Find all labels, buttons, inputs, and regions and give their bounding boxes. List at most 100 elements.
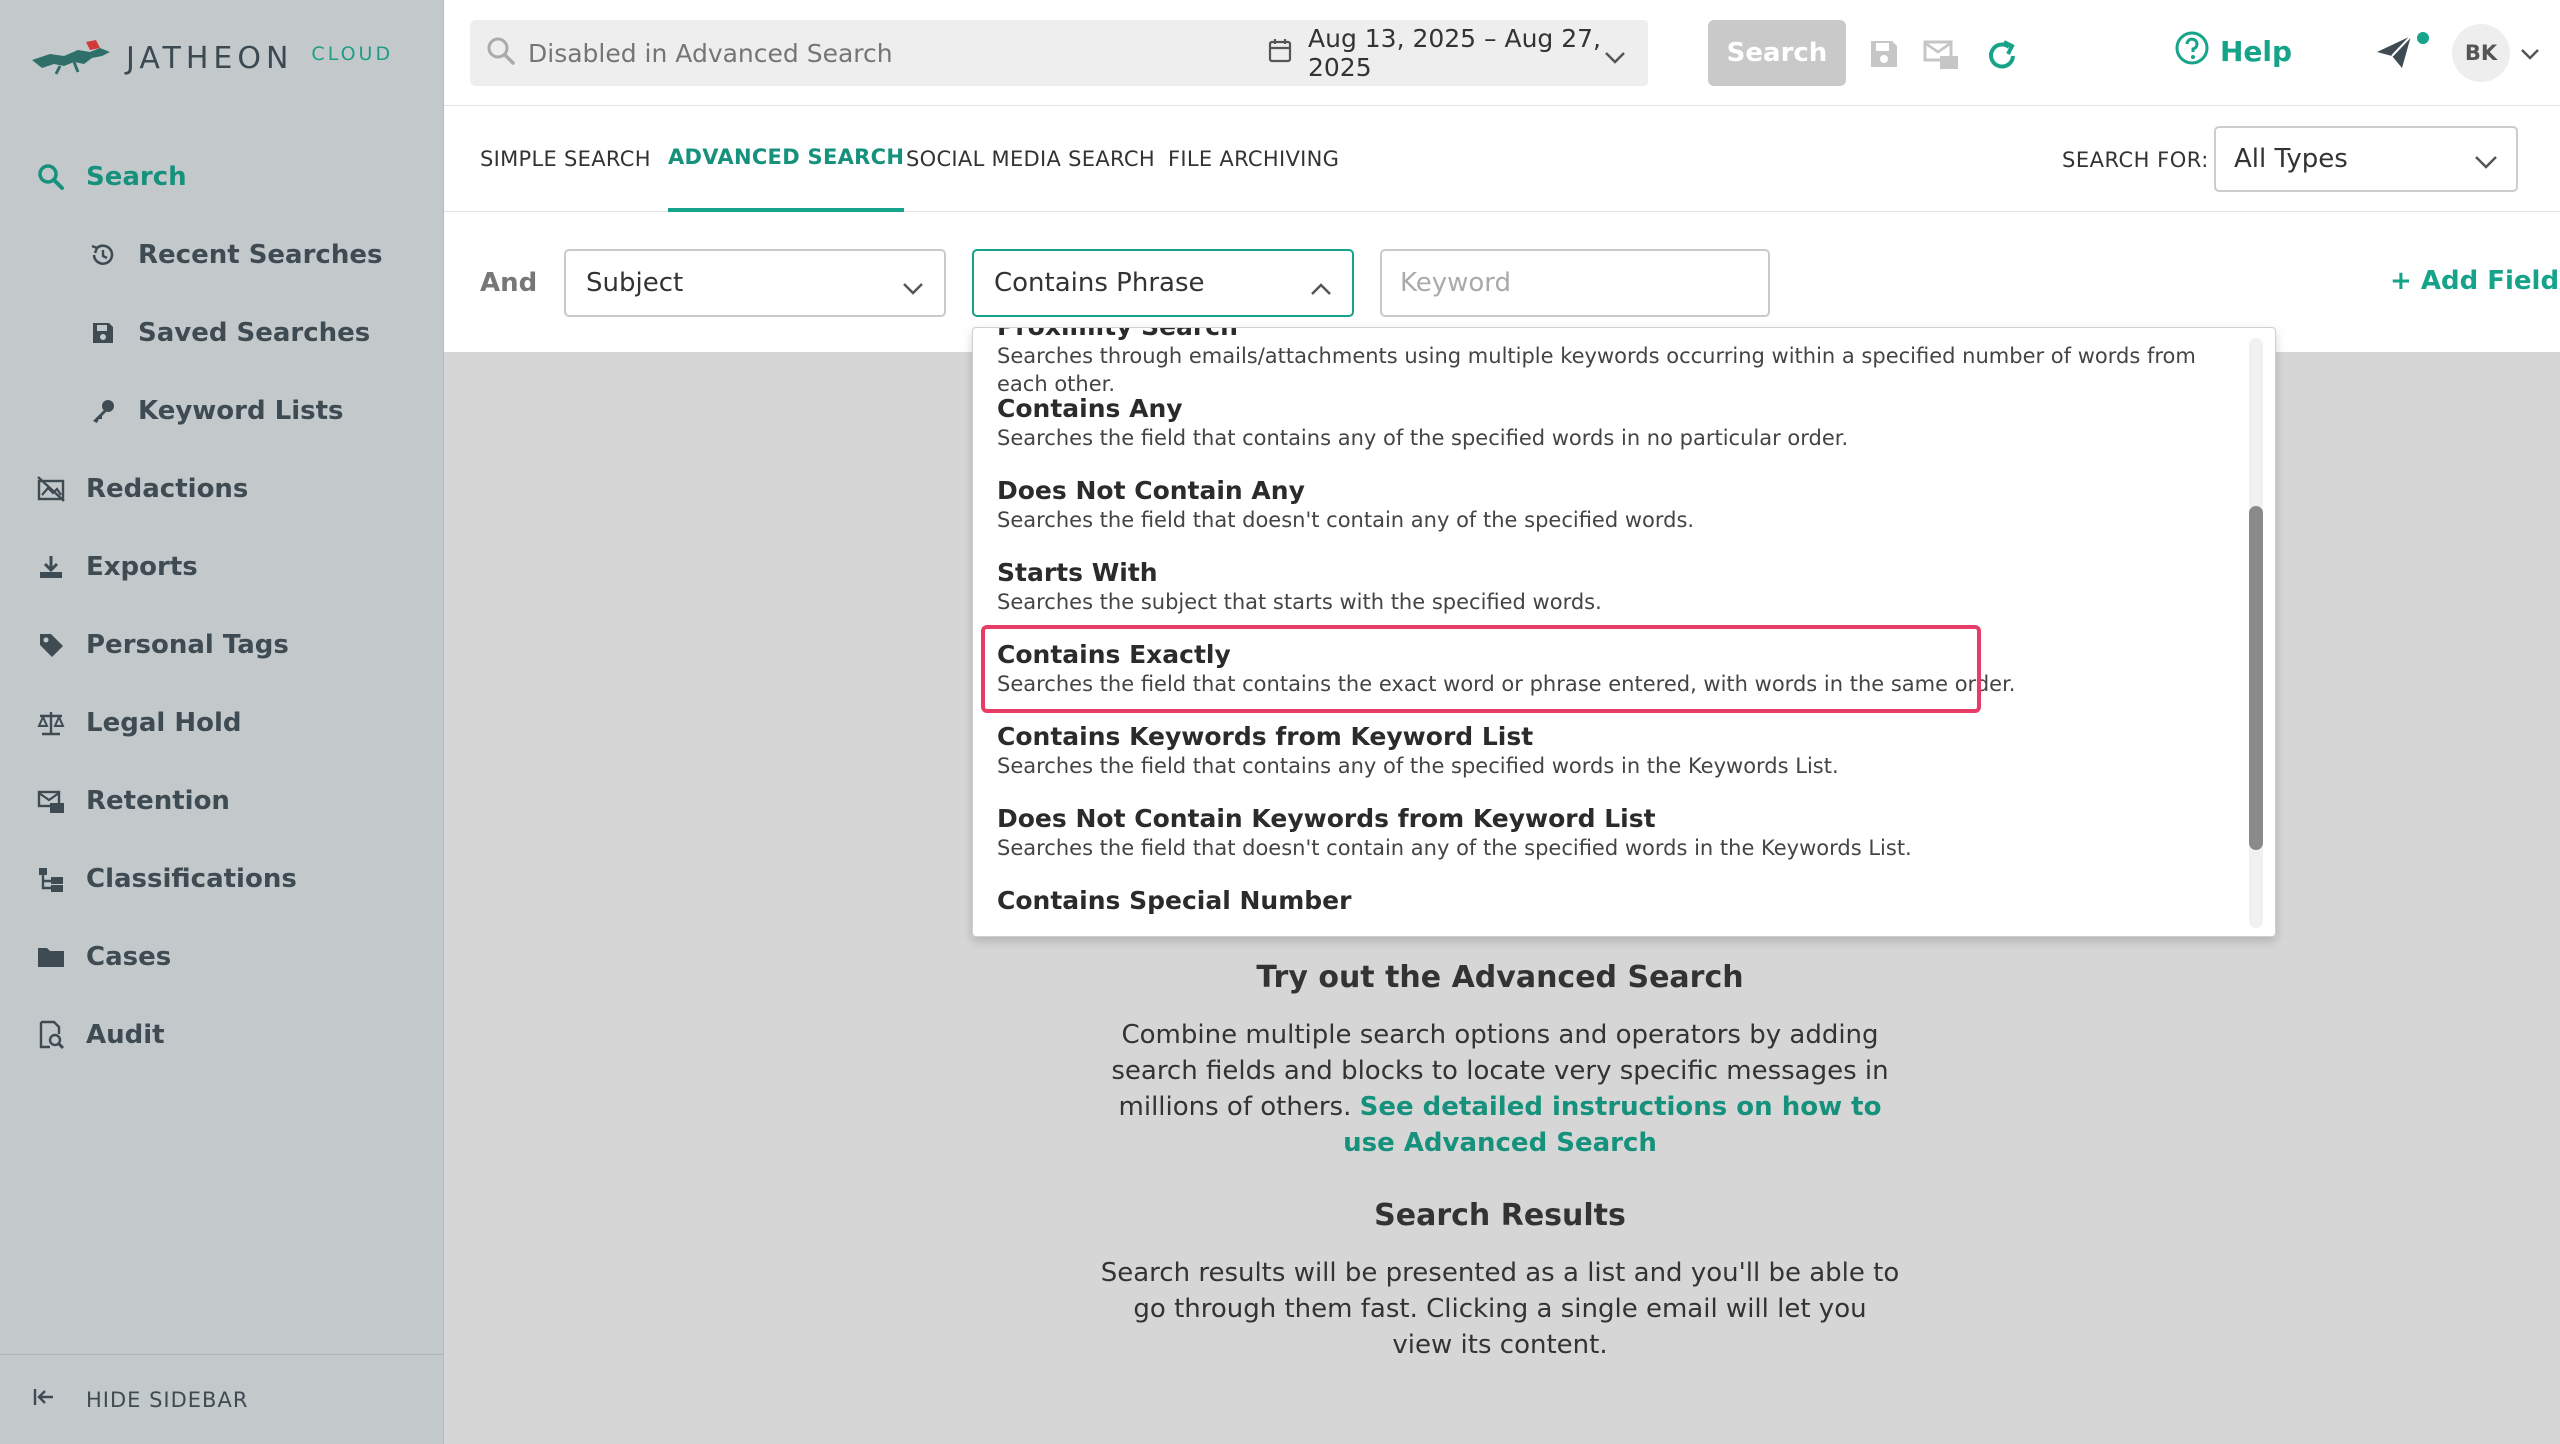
refresh-icon[interactable] — [1984, 38, 2020, 78]
audit-icon — [34, 1018, 68, 1052]
chevron-down-icon — [2474, 148, 2498, 178]
results-title: Search Results — [1374, 1198, 1626, 1233]
tab-simple-search[interactable]: SIMPLE SEARCH — [480, 106, 651, 212]
tab-file-archiving[interactable]: FILE ARCHIVING — [1168, 106, 1339, 212]
sidebar-item-label: Audit — [86, 1020, 165, 1050]
sidebar-item-label: Classifications — [86, 864, 297, 894]
scales-icon — [34, 706, 68, 740]
key-icon — [86, 394, 120, 428]
notification-dot — [2417, 32, 2429, 44]
option-title: Contains Keywords from Keyword List — [997, 722, 1534, 751]
sidebar-item-label: Recent Searches — [138, 240, 383, 270]
collapse-left-icon — [32, 1386, 56, 1413]
retention-icon — [34, 784, 68, 818]
condition-dropdown-menu: Proximity Search Searches through emails… — [972, 327, 2276, 937]
global-search-input[interactable] — [528, 38, 1248, 68]
option-title: Starts With — [997, 558, 1158, 587]
email-export-icon[interactable] — [1922, 38, 1962, 76]
calendar-icon — [1268, 37, 1292, 69]
dropdown-scrollbar-thumb[interactable] — [2249, 506, 2263, 850]
search-icon — [486, 36, 516, 70]
top-bar: Aug 13, 2025 – Aug 27, 2025 Search Help … — [444, 0, 2560, 106]
option-does-not-contain-keywords-from-list[interactable]: Does Not Contain Keywords from Keyword L… — [997, 804, 2227, 862]
tab-advanced-search[interactable]: ADVANCED SEARCH — [668, 106, 905, 212]
add-field-button[interactable]: + Add Field — [2390, 266, 2559, 296]
option-description: Searches through emails/attachments usin… — [997, 344, 2196, 396]
tag-icon — [34, 628, 68, 662]
help-icon — [2174, 30, 2210, 73]
field-select[interactable]: Subject — [564, 249, 946, 317]
condition-select[interactable]: Contains Phrase — [972, 249, 1354, 317]
option-description: Searches the subject that starts with th… — [997, 590, 1602, 614]
folder-icon — [34, 940, 68, 974]
instructions-link[interactable]: See detailed instructions on how to use … — [1343, 1092, 1881, 1158]
sidebar-item-label: Keyword Lists — [138, 396, 344, 426]
search-for-label: SEARCH FOR: — [2062, 148, 2209, 172]
redaction-icon — [34, 472, 68, 506]
advanced-search-intro: Try out the Advanced Search Combine mult… — [1100, 960, 1900, 1161]
sidebar: JATHEON CLOUD Search Recent Searches Sav… — [0, 0, 444, 1444]
download-icon — [34, 550, 68, 584]
hide-sidebar-button[interactable]: HIDE SIDEBAR — [0, 1354, 444, 1444]
option-proximity-search[interactable]: Proximity Search Searches through emails… — [997, 328, 2227, 398]
history-icon — [86, 238, 120, 272]
sidebar-item-legal-hold[interactable]: Legal Hold — [0, 684, 444, 762]
sidebar-item-classifications[interactable]: Classifications — [0, 840, 444, 918]
option-description: Searches the field that contains any of … — [997, 426, 1849, 450]
save-search-icon[interactable] — [1868, 38, 1900, 74]
hierarchy-icon — [34, 862, 68, 896]
sidebar-item-exports[interactable]: Exports — [0, 528, 444, 606]
search-icon — [34, 160, 68, 194]
sidebar-item-label: Legal Hold — [86, 708, 242, 738]
search-for-select[interactable]: All Types — [2214, 126, 2518, 192]
option-description: Searches the field that contains the exa… — [997, 672, 2016, 696]
results-text: Search results will be presented as a li… — [1100, 1258, 1900, 1360]
sidebar-item-audit[interactable]: Audit — [0, 996, 444, 1074]
sidebar-item-personal-tags[interactable]: Personal Tags — [0, 606, 444, 684]
field-select-value: Subject — [586, 268, 684, 298]
notifications-send-icon[interactable] — [2374, 32, 2414, 76]
sidebar-item-retention[interactable]: Retention — [0, 762, 444, 840]
search-for-value: All Types — [2234, 144, 2348, 174]
keyword-input[interactable] — [1380, 249, 1770, 317]
help-link[interactable]: Help — [2174, 30, 2292, 73]
sidebar-item-cases[interactable]: Cases — [0, 918, 444, 996]
avatar[interactable]: BK — [2452, 24, 2510, 82]
chevron-down-icon — [1604, 42, 1626, 71]
global-search-box[interactable] — [470, 20, 1274, 86]
option-starts-with[interactable]: Starts With Searches the subject that st… — [997, 558, 2227, 616]
option-title: Does Not Contain Keywords from Keyword L… — [997, 804, 1656, 833]
sidebar-item-keyword-lists[interactable]: Keyword Lists — [0, 372, 444, 450]
chevron-down-icon — [902, 273, 924, 303]
brand-suffix: CLOUD — [311, 43, 394, 65]
jatheon-logo[interactable]: JATHEON CLOUD — [30, 30, 393, 86]
date-range-picker[interactable]: Aug 13, 2025 – Aug 27, 2025 — [1248, 20, 1648, 86]
option-title: Proximity Search — [997, 328, 2227, 342]
operator-label[interactable]: And — [480, 268, 537, 298]
sidebar-item-redactions[interactable]: Redactions — [0, 450, 444, 528]
option-contains-exactly[interactable]: Contains Exactly Searches the field that… — [997, 640, 2227, 698]
option-does-not-contain-any[interactable]: Does Not Contain Any Searches the field … — [997, 476, 2227, 534]
option-contains-keywords-from-list[interactable]: Contains Keywords from Keyword List Sear… — [997, 722, 2227, 780]
sidebar-item-label: Search — [86, 162, 187, 192]
chevron-down-icon[interactable] — [2520, 45, 2540, 64]
search-tabs-bar: SIMPLE SEARCH ADVANCED SEARCH SOCIAL MED… — [444, 106, 2560, 212]
sidebar-item-label: Cases — [86, 942, 172, 972]
sidebar-item-saved-searches[interactable]: Saved Searches — [0, 294, 444, 372]
search-results-intro: Search Results Search results will be pr… — [1100, 1198, 1900, 1363]
tab-social-media-search[interactable]: SOCIAL MEDIA SEARCH — [906, 106, 1155, 212]
sidebar-item-label: Retention — [86, 786, 230, 816]
sidebar-item-label: Saved Searches — [138, 318, 371, 348]
option-contains-any[interactable]: Contains Any Searches the field that con… — [997, 394, 2227, 452]
hide-sidebar-label: HIDE SIDEBAR — [86, 1387, 249, 1412]
search-button[interactable]: Search — [1708, 20, 1846, 86]
sidebar-item-recent-searches[interactable]: Recent Searches — [0, 216, 444, 294]
save-icon — [86, 316, 120, 350]
option-contains-special-number[interactable]: Contains Special Number — [997, 886, 2227, 916]
option-description: Searches the field that doesn't contain … — [997, 836, 1912, 860]
condition-select-value: Contains Phrase — [994, 268, 1205, 298]
condition-options-list: Proximity Search Searches through emails… — [973, 328, 2243, 936]
sidebar-item-label: Redactions — [86, 474, 249, 504]
sidebar-item-search[interactable]: Search — [0, 138, 444, 216]
help-label: Help — [2220, 35, 2293, 68]
